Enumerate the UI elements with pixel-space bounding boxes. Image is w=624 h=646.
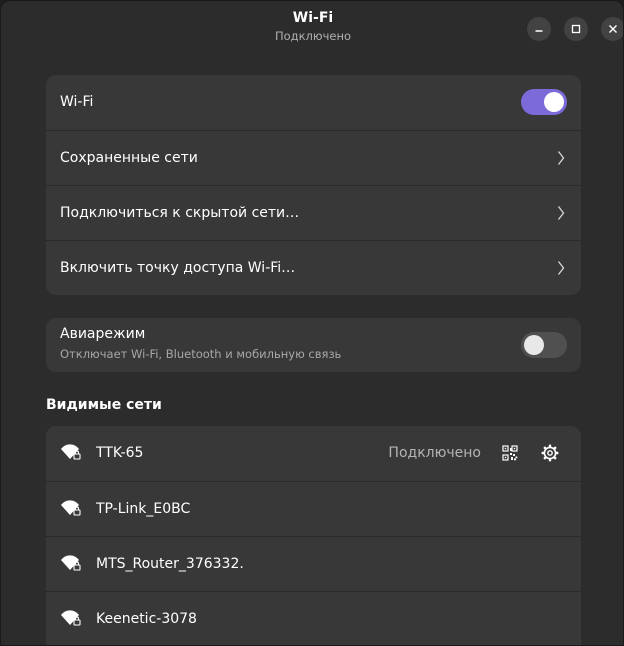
chevron-right-icon <box>557 261 565 275</box>
saved-networks-row[interactable]: Сохраненные сети <box>46 130 581 185</box>
settings-window: Wi-Fi Подключено Wi-Fi Сохраненные сети … <box>0 0 624 646</box>
header-bar: Wi-Fi Подключено <box>1 1 623 53</box>
qr-code-icon[interactable] <box>502 445 518 461</box>
network-row[interactable]: TTK-65 Подключено <box>46 426 581 481</box>
wifi-secure-icon <box>61 555 81 571</box>
toggle-knob <box>524 335 544 355</box>
wifi-settings-card: Wi-Fi Сохраненные сети Подключиться к ск… <box>46 75 581 295</box>
close-icon <box>609 25 617 33</box>
network-status: Подключено <box>388 445 481 461</box>
minimize-icon <box>535 30 543 32</box>
wifi-toggle-row[interactable]: Wi-Fi <box>46 75 581 130</box>
chevron-right-icon <box>557 151 565 165</box>
hidden-network-label: Подключиться к скрытой сети… <box>60 205 300 221</box>
airplane-mode-subtitle: Отключает Wi-Fi, Bluetooth и мобильную с… <box>60 347 342 361</box>
airplane-mode-title: Авиарежим <box>60 326 146 342</box>
visible-networks-list: TTK-65 Подключено TP-Link_E0BC MTS_Route… <box>46 426 581 645</box>
wifi-toggle-switch[interactable] <box>521 89 567 115</box>
maximize-button[interactable] <box>564 17 588 41</box>
airplane-mode-toggle[interactable] <box>521 332 567 358</box>
hotspot-row[interactable]: Включить точку доступа Wi-Fi… <box>46 240 581 295</box>
saved-networks-label: Сохраненные сети <box>60 150 198 166</box>
wifi-secure-icon <box>61 444 81 460</box>
visible-networks-heading: Видимые сети <box>46 397 162 413</box>
airplane-mode-card[interactable]: Авиарежим Отключает Wi-Fi, Bluetooth и м… <box>46 318 581 372</box>
wifi-secure-icon <box>61 500 81 516</box>
minimize-button[interactable] <box>527 17 551 41</box>
network-name: Keenetic-3078 <box>96 611 197 627</box>
close-button[interactable] <box>601 17 623 41</box>
hidden-network-row[interactable]: Подключиться к скрытой сети… <box>46 185 581 240</box>
hotspot-label: Включить точку доступа Wi-Fi… <box>60 260 296 276</box>
network-name: MTS_Router_376332. <box>96 556 244 572</box>
network-name: TP-Link_E0BC <box>96 501 191 517</box>
network-row[interactable]: TP-Link_E0BC <box>46 481 581 536</box>
toggle-knob <box>544 92 564 112</box>
maximize-icon <box>571 24 581 34</box>
wifi-label: Wi-Fi <box>60 94 94 110</box>
chevron-right-icon <box>557 206 565 220</box>
network-row[interactable]: MTS_Router_376332. <box>46 536 581 591</box>
wifi-secure-icon <box>61 610 81 626</box>
gear-icon[interactable] <box>541 444 559 462</box>
network-name: TTK-65 <box>96 445 144 461</box>
network-row[interactable]: Keenetic-3078 <box>46 591 581 645</box>
